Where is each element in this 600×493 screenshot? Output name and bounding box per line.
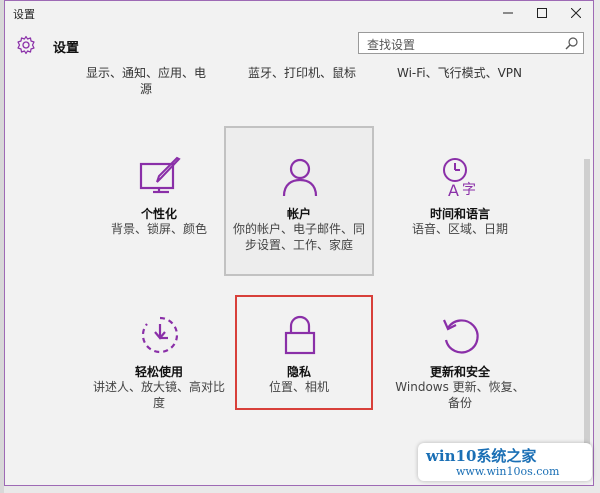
tile-time-language[interactable]: A 字 时间和语言 语音、区域、日期 <box>385 126 535 276</box>
tile-time-language-desc: 语音、区域、日期 <box>411 222 508 236</box>
search-icon[interactable] <box>565 37 578 50</box>
title-bar[interactable]: 设置 <box>5 1 593 25</box>
category-devices[interactable]: 蓝牙、打印机、鼠标 <box>242 65 362 81</box>
svg-text:字: 字 <box>462 182 476 198</box>
tile-accounts-desc: 你的帐户、电子邮件、同步设置、工作、家庭 <box>232 222 365 252</box>
gear-icon <box>17 35 35 55</box>
watermark-line2: www.win10os.com <box>456 465 560 478</box>
tile-ease-of-access-title: 轻松使用 <box>134 365 183 379</box>
svg-text:A: A <box>448 181 459 198</box>
tile-update-security[interactable]: 更新和安全 Windows 更新、恢复、备份 <box>385 284 535 434</box>
privacy-highlight-box <box>235 295 373 410</box>
watermark-logo: win10系统之家 www.win10os.com <box>418 443 592 481</box>
tile-update-security-title: 更新和安全 <box>429 365 490 379</box>
watermark-line1: win10系统之家 <box>426 447 537 465</box>
category-system-label: 显示、通知、应用、电源 <box>85 66 206 96</box>
ease-of-access-icon <box>141 316 179 354</box>
time-language-icon: A 字 <box>443 158 476 198</box>
personalization-icon <box>139 156 181 194</box>
tile-ease-of-access-desc: 讲述人、放大镜、高对比度 <box>92 380 225 410</box>
settings-window: 设置 设置 查找设置 显示、通知、应用、电源 蓝牙、打印机、鼠标 Wi-Fi、飞… <box>4 0 594 486</box>
tile-update-security-desc: Windows 更新、恢复、备份 <box>395 380 525 410</box>
maximize-button[interactable] <box>525 1 559 25</box>
minimize-button[interactable] <box>491 1 525 25</box>
tile-personalization-title: 个性化 <box>140 207 177 221</box>
scrollbar[interactable] <box>584 159 590 469</box>
search-placeholder: 查找设置 <box>367 38 416 52</box>
maximize-icon <box>537 8 547 18</box>
category-system[interactable]: 显示、通知、应用、电源 <box>83 65 209 97</box>
search-input[interactable]: 查找设置 <box>358 32 584 54</box>
window-title: 设置 <box>13 8 35 21</box>
category-network-label: Wi-Fi、飞行模式、VPN <box>396 66 523 80</box>
tile-time-language-title: 时间和语言 <box>429 207 490 221</box>
tile-accounts[interactable]: 帐户 你的帐户、电子邮件、同步设置、工作、家庭 <box>224 126 374 276</box>
page-title: 设置 <box>53 41 80 56</box>
close-button[interactable] <box>559 1 593 25</box>
close-icon <box>571 8 581 18</box>
tile-ease-of-access[interactable]: 轻松使用 讲述人、放大镜、高对比度 <box>84 284 234 434</box>
minimize-icon <box>503 12 513 14</box>
update-security-icon <box>442 319 479 354</box>
category-network[interactable]: Wi-Fi、飞行模式、VPN <box>392 65 527 81</box>
tile-accounts-title: 帐户 <box>286 207 311 221</box>
tile-personalization-desc: 背景、锁屏、颜色 <box>110 222 207 236</box>
category-devices-label: 蓝牙、打印机、鼠标 <box>247 66 356 80</box>
account-icon <box>282 158 318 197</box>
tile-personalization[interactable]: 个性化 背景、锁屏、颜色 <box>84 126 234 276</box>
